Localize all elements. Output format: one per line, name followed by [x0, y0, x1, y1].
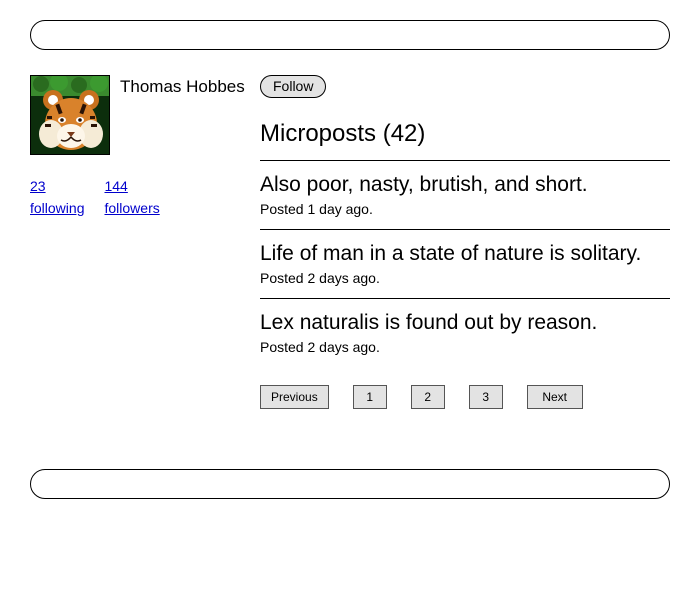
bottom-bar — [30, 469, 670, 499]
stats: 23 following 144 followers — [30, 175, 260, 220]
pagination-next[interactable]: Next — [527, 385, 583, 409]
micropost: Lex naturalis is found out by reason. Po… — [260, 311, 670, 355]
pagination-page-2[interactable]: 2 — [411, 385, 445, 409]
user-header: Thomas Hobbes — [30, 75, 260, 155]
micropost-meta: Posted 2 days ago. — [260, 270, 670, 286]
avatar — [30, 75, 110, 155]
micropost-meta: Posted 1 day ago. — [260, 201, 670, 217]
pagination-page-3[interactable]: 3 — [469, 385, 503, 409]
micropost: Also poor, nasty, brutish, and short. Po… — [260, 173, 670, 217]
stat-following[interactable]: 23 following — [30, 175, 84, 220]
microposts-heading: Microposts (42) — [260, 120, 670, 148]
divider — [260, 160, 670, 161]
divider — [260, 229, 670, 230]
followers-count: 144 — [104, 175, 159, 197]
main-content: Follow Microposts (42) Also poor, nasty,… — [260, 75, 670, 409]
user-name: Thomas Hobbes — [120, 75, 245, 97]
pagination: Previous 1 2 3 Next — [260, 385, 670, 409]
content-layout: Thomas Hobbes 23 following 144 followers… — [30, 75, 670, 409]
micropost-body: Lex naturalis is found out by reason. — [260, 311, 670, 335]
following-label: following — [30, 197, 84, 219]
micropost-body: Also poor, nasty, brutish, and short. — [260, 173, 670, 197]
micropost: Life of man in a state of nature is soli… — [260, 242, 670, 286]
follow-button[interactable]: Follow — [260, 75, 326, 98]
followers-label: followers — [104, 197, 159, 219]
sidebar: Thomas Hobbes 23 following 144 followers — [30, 75, 260, 409]
divider — [260, 298, 670, 299]
pagination-previous[interactable]: Previous — [260, 385, 329, 409]
pagination-page-1[interactable]: 1 — [353, 385, 387, 409]
stat-followers[interactable]: 144 followers — [104, 175, 159, 220]
following-count: 23 — [30, 175, 84, 197]
top-bar — [30, 20, 670, 50]
micropost-body: Life of man in a state of nature is soli… — [260, 242, 670, 266]
micropost-meta: Posted 2 days ago. — [260, 339, 670, 355]
